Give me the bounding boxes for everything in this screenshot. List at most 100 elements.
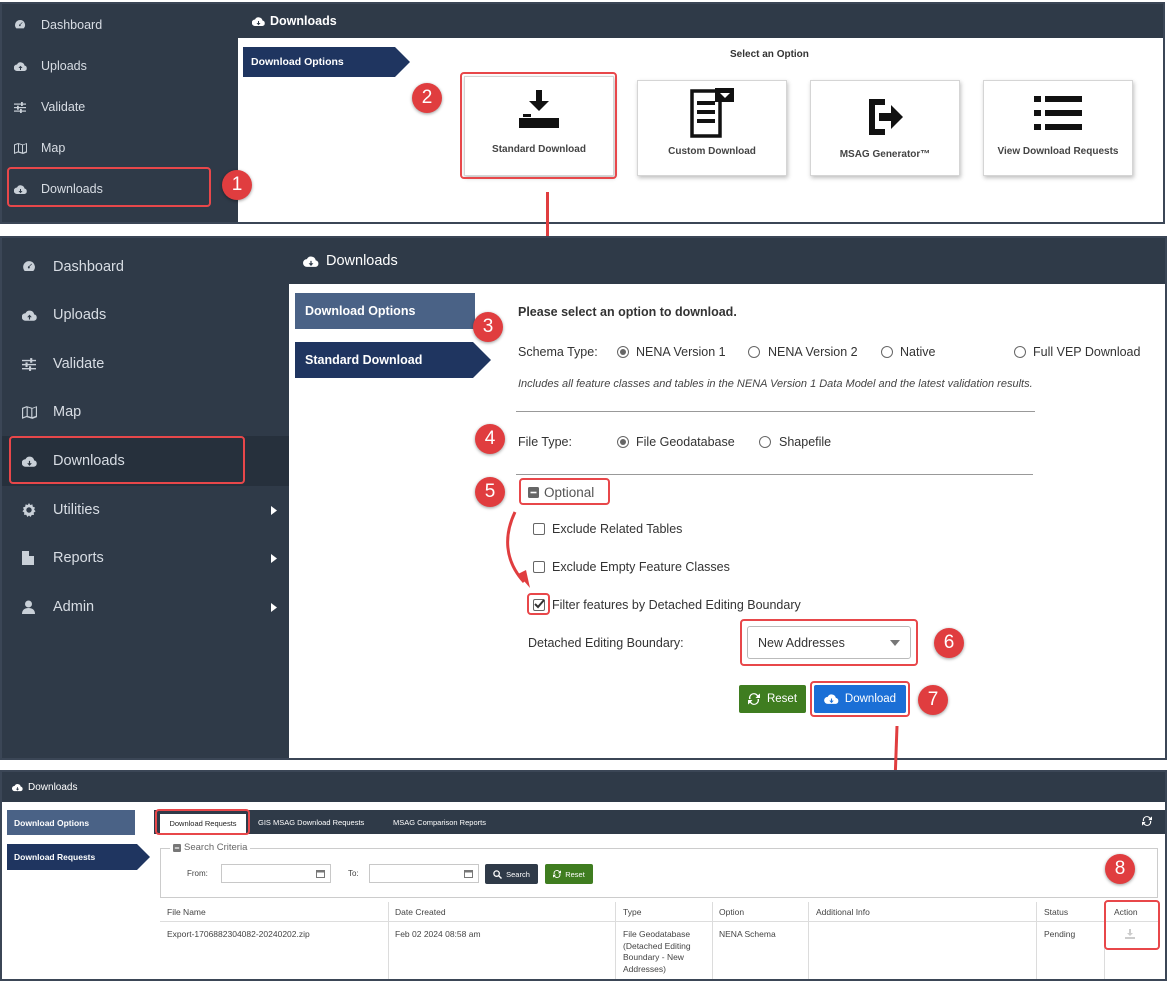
sidebar: Dashboard Uploads Validate Map Downloads…: [2, 238, 289, 758]
search-criteria-label: Search Criteria: [184, 842, 248, 853]
sidebar-item-label: Uploads: [53, 307, 107, 323]
sliders-icon: [22, 357, 36, 371]
radio-label: File Geodatabase: [636, 435, 735, 449]
sidebar-item-dashboard[interactable]: Dashboard: [14, 16, 102, 34]
column-header-option[interactable]: Option: [719, 907, 744, 917]
header-bar: Downloads: [238, 4, 1163, 38]
column-header-type[interactable]: Type: [623, 907, 641, 917]
highlight-optional: [519, 478, 610, 505]
search-criteria-legend[interactable]: Search Criteria: [170, 842, 251, 853]
radio-native[interactable]: [881, 346, 893, 358]
header-divider: [160, 921, 1160, 922]
tab-label: Download Options: [251, 56, 344, 68]
tab-label: Standard Download: [305, 353, 423, 367]
highlight-downloads: [7, 167, 211, 207]
radio-nena-v1[interactable]: [617, 346, 629, 358]
reset-button[interactable]: Reset: [739, 685, 806, 713]
sidebar-item-label: Dashboard: [53, 259, 124, 275]
header-bar: Downloads: [2, 772, 1165, 802]
cell-type: File Geodatabase (Detached Editing Bound…: [623, 929, 691, 974]
header-title: Downloads: [270, 14, 337, 28]
reset-button[interactable]: Reset: [545, 864, 593, 884]
divider: [516, 474, 1033, 475]
list-icon: [1034, 96, 1082, 130]
checkbox-exclude-empty-feature-classes[interactable]: [533, 561, 545, 573]
column-header-date-created[interactable]: Date Created: [395, 907, 446, 917]
col-divider: [1036, 902, 1037, 979]
sidebar-item-label: Map: [53, 404, 82, 420]
col-divider: [808, 902, 809, 979]
radio-nena-v2[interactable]: [748, 346, 760, 358]
to-date-input[interactable]: [369, 864, 479, 883]
card-view-download-requests[interactable]: View Download Requests: [983, 80, 1133, 176]
from-date-input[interactable]: [221, 864, 331, 883]
step-badge-1: 1: [222, 170, 252, 200]
sidebar-item-validate[interactable]: Validate: [22, 353, 104, 375]
sidebar-item-label: Validate: [53, 356, 105, 372]
user-icon: [22, 600, 35, 614]
sidebar-item-admin[interactable]: Admin: [22, 596, 277, 618]
chevron-right-icon: [271, 603, 277, 612]
checkbox-label: Filter features by Detached Editing Boun…: [552, 598, 801, 612]
sidebar-item-utilities[interactable]: Utilities: [22, 499, 277, 521]
tab-download-requests[interactable]: Download Requests: [7, 844, 137, 870]
search-button[interactable]: Search: [485, 864, 538, 884]
col-divider: [712, 902, 713, 979]
checkbox-label: Exclude Empty Feature Classes: [552, 560, 730, 574]
tab-arrow-shape: [395, 47, 410, 77]
file-type-label: File Type:: [518, 435, 572, 449]
card-custom-download[interactable]: Custom Download: [637, 80, 787, 176]
refresh-icon[interactable]: [1142, 816, 1152, 826]
sidebar-item-label: Map: [41, 141, 66, 155]
sidebar: Dashboard Uploads Validate Map Downloads: [2, 4, 238, 222]
radio-shapefile[interactable]: [759, 436, 771, 448]
radio-label: Native: [900, 345, 936, 359]
step-badge-6: 6: [934, 628, 964, 658]
sidebar-item-uploads[interactable]: Uploads: [14, 57, 87, 75]
sidebar-item-validate[interactable]: Validate: [14, 98, 85, 116]
checkbox-exclude-related-tables[interactable]: [533, 523, 545, 535]
step-badge-8: 8: [1105, 854, 1135, 884]
dashboard-icon: [15, 19, 26, 29]
tab-download-options[interactable]: Download Options: [295, 293, 475, 329]
reset-button-label: Reset: [565, 869, 585, 879]
sidebar-item-reports[interactable]: Reports: [22, 547, 277, 569]
radio-full-vep[interactable]: [1014, 346, 1026, 358]
cloud-upload-icon: [22, 310, 37, 321]
sidebar-item-dashboard[interactable]: Dashboard: [22, 256, 124, 278]
tab-download-options[interactable]: Download Options: [7, 810, 135, 835]
highlight-boundary-select: [740, 619, 918, 666]
cell-date-created: Feb 02 2024 08:58 am: [395, 929, 481, 939]
calendar-icon[interactable]: [464, 869, 473, 878]
cloud-download-icon: [252, 16, 265, 26]
subtab-gis-msag[interactable]: GIS MSAG Download Requests: [258, 818, 364, 827]
subtab-msag-comparison[interactable]: MSAG Comparison Reports: [393, 818, 486, 827]
highlight-downloads: [9, 436, 245, 484]
column-header-status[interactable]: Status: [1044, 907, 1068, 917]
sidebar-item-uploads[interactable]: Uploads: [22, 304, 106, 326]
download-prompt: Please select an option to download.: [518, 305, 737, 319]
header-title: Downloads: [326, 253, 398, 269]
cloud-upload-icon: [14, 61, 27, 71]
tab-standard-download[interactable]: Standard Download: [295, 342, 473, 378]
sidebar-item-map[interactable]: Map: [22, 401, 81, 423]
card-msag-generator[interactable]: MSAG Generator™: [810, 80, 960, 176]
column-header-file-name[interactable]: File Name: [167, 907, 206, 917]
radio-file-geodatabase[interactable]: [617, 436, 629, 448]
calendar-icon[interactable]: [316, 869, 325, 878]
from-label: From:: [187, 869, 208, 878]
cloud-download-icon: [12, 783, 23, 791]
tab-arrow-shape: [473, 342, 491, 378]
tab-download-options[interactable]: Download Options: [243, 47, 395, 77]
map-icon: [22, 405, 37, 419]
sidebar-item-label: Uploads: [41, 59, 87, 73]
step-badge-5: 5: [475, 477, 505, 507]
radio-label: NENA Version 1: [636, 345, 726, 359]
sidebar-item-map[interactable]: Map: [14, 139, 65, 157]
curved-arrow: [506, 511, 530, 588]
sign-out-icon: [869, 99, 903, 135]
cell-file-name: Export-1706882304082-20240202.zip: [167, 929, 310, 939]
minus-square-icon: [173, 843, 181, 852]
file-icon: [22, 551, 34, 565]
column-header-additional-info[interactable]: Additional Info: [816, 907, 870, 917]
